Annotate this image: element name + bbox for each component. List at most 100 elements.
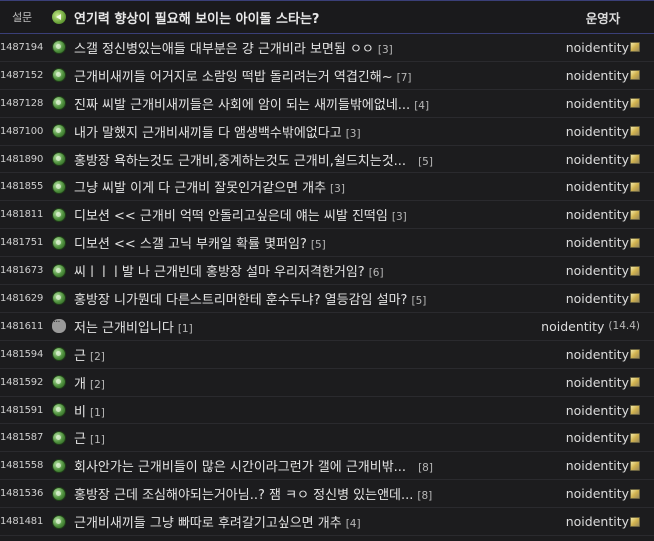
post-title-cell: 내가 말했지 근개비새끼들 다 앰생백수밖에없다고 [3] [74,122,566,141]
post-author[interactable]: noidentity (14.4) [541,319,654,334]
comment-count[interactable]: [4] [414,100,429,112]
post-title-link[interactable]: 내가 말했지 근개비새끼들 다 앰생백수밖에없다고 [74,126,342,141]
post-title-link[interactable]: 근개비새끼들 어거지로 소람잉 떡밥 돌리려는거 역겹긴해~ [74,70,393,85]
comment-count[interactable]: [5] [418,156,433,168]
comment-count[interactable]: [7] [397,72,412,84]
post-list: 설문 연기력 향상이 필요해 보이는 아이돌 스타는? 운영자 1487194 … [0,0,654,541]
manager-badge-icon [630,154,640,164]
comment-count[interactable]: [3] [346,128,361,140]
comment-count[interactable]: [3] [330,183,345,195]
post-title-link[interactable]: 회사안가는 근개비들이 많은 시간이라그런가 갤에 근개비밖... [74,460,406,475]
author-name: noidentity [565,430,629,446]
comment-count[interactable]: [8] [417,490,432,502]
post-author[interactable]: noidentity [566,207,654,222]
post-icon [52,430,66,445]
comment-count[interactable]: [2] [90,379,105,391]
post-row: 1481611 저는 근개비입니다 [1] noidentity (14.4) [0,313,654,341]
post-title-link[interactable]: 홍방장 욕하는것도 근개비,중계하는것도 근개비,쉴드치는것... [74,154,406,169]
post-title-link[interactable]: 저는 근개비입니다 [74,321,174,336]
comment-count[interactable]: [8] [418,462,433,474]
post-number: 1487128 [0,97,44,109]
post-title-link[interactable]: 근개비새끼들 그냥 빠따로 후려갈기고싶으면 개추 [74,516,342,531]
survey-title-link[interactable]: 연기력 향상이 필요해 보이는 아이돌 스타는? [74,8,558,27]
comment-count[interactable]: [6] [369,267,384,279]
post-icon [52,179,66,194]
comment-count[interactable]: [5] [411,295,426,307]
post-row: 1481751 디보션 << 스갤 고닉 부캐일 확률 몇퍼임? [5] noid… [0,229,654,258]
post-title-link[interactable]: 홍방장 근데 조심해야되는거아님..? 잼 ㅋㅇ 정신병 있는앤데... [74,488,413,503]
post-title-link[interactable]: 개 [74,377,86,392]
comment-count[interactable]: [5] [311,239,326,251]
post-author[interactable]: noidentity [566,403,654,418]
post-author[interactable]: noidentity [566,179,654,194]
post-title-link[interactable]: 디보션 << 근개비 억떡 안돌리고싶은데 얘는 씨발 진떡임 [74,209,388,224]
post-number: 1481751 [0,237,44,249]
author-name: noidentity [565,458,629,474]
post-author[interactable]: noidentity [566,152,654,167]
comment-count[interactable]: [2] [90,351,105,363]
post-author[interactable]: noidentity [566,40,654,55]
post-title-link[interactable]: 진짜 씨발 근개비새끼들은 사회에 암이 되는 새끼들밖에없네... [74,98,410,113]
manager-badge-icon [630,405,640,416]
post-author[interactable]: noidentity [566,291,654,306]
post-title-cell: 그냥 씨발 이게 다 근개비 잘못인거같으면 개추 [3] [74,177,566,196]
post-title-cell: 홍방장 근데 조심해야되는거아님..? 잼 ㅋㅇ 정신병 있는앤데... [8] [74,484,566,503]
post-title-cell: 저는 근개비입니다 [1] [74,317,541,336]
post-number: 1481481 [0,516,44,528]
post-author[interactable]: noidentity [566,235,654,250]
post-icon [52,263,66,278]
survey-author-label: 운영자 [585,10,621,26]
post-title-cell: 씨ㅣㅣㅣ발 나 근개빈데 홍방장 설마 우리저격한거임? [6] [74,261,566,280]
comment-count[interactable]: [1] [178,323,193,335]
post-title-cell: 디보션 << 스갤 고닉 부캐일 확률 몇퍼임? [5] [74,233,566,252]
post-title-link[interactable]: 근 [74,432,86,447]
author-name: noidentity [565,235,629,251]
post-number: 1481594 [0,348,44,360]
post-title-link[interactable]: 그냥 씨발 이게 다 근개비 잘못인거같으면 개추 [74,181,326,196]
post-title-link[interactable]: 스갤 정신병있는애들 대부분은 걍 근개비라 보면됨 ㅇㅇ [74,42,374,57]
comment-count[interactable]: [3] [378,44,393,56]
post-icon [52,403,66,418]
comment-count[interactable]: [1] [90,434,105,446]
survey-label: 설문 [12,11,32,24]
manager-badge-icon [630,181,640,192]
post-author[interactable]: noidentity [566,263,654,278]
post-title-link[interactable]: 근 [74,349,86,364]
post-title-cell: 진짜 씨발 근개비새끼들은 사회에 암이 되는 새끼들밖에없네... [4] [74,94,566,113]
post-icon [52,207,66,222]
post-number: 1481592 [0,376,44,388]
post-title-cell: 스갤 정신병있는애들 대부분은 걍 근개비라 보면됨 ㅇㅇ [3] [74,38,566,57]
manager-badge-icon [630,70,640,81]
post-number: 1481855 [0,181,44,193]
post-author[interactable]: noidentity [566,347,654,362]
post-author[interactable]: noidentity [566,375,654,390]
comment-count[interactable]: [4] [346,518,361,530]
comment-count[interactable]: [3] [392,211,407,223]
post-author[interactable]: noidentity [566,486,654,501]
author-name: noidentity [565,39,629,55]
survey-author[interactable]: 운영자 [558,8,654,27]
post-icon [52,486,66,501]
post-author[interactable]: noidentity [566,124,654,139]
post-number: 1487194 [0,41,44,53]
post-title-link[interactable]: 비 [74,405,86,420]
manager-badge-icon [630,42,640,53]
post-title-link[interactable]: 홍방장 니가뭔데 다른스트리머한테 훈수두냐? 열등감임 설마? [74,293,407,308]
post-author[interactable]: noidentity [566,68,654,83]
author-name: noidentity [565,123,629,139]
post-title-link[interactable]: 디보션 << 스갤 고닉 부캐일 확률 몇퍼임? [74,237,307,252]
post-author[interactable]: noidentity [566,514,654,529]
author-name: noidentity [565,402,629,418]
post-author[interactable]: noidentity [566,96,654,111]
manager-badge-icon [630,432,640,443]
manager-badge-icon [630,460,640,471]
post-title-link[interactable]: 씨ㅣㅣㅣ발 나 근개빈데 홍방장 설마 우리저격한거임? [74,265,365,280]
manager-badge-icon [630,98,640,109]
manager-badge-icon [630,265,640,276]
author-name: noidentity [565,207,629,223]
post-author[interactable]: noidentity [566,430,654,445]
post-author[interactable]: noidentity [566,458,654,473]
author-name: noidentity [541,318,605,334]
comment-count[interactable]: [1] [90,407,105,419]
post-number: 1481811 [0,209,44,221]
